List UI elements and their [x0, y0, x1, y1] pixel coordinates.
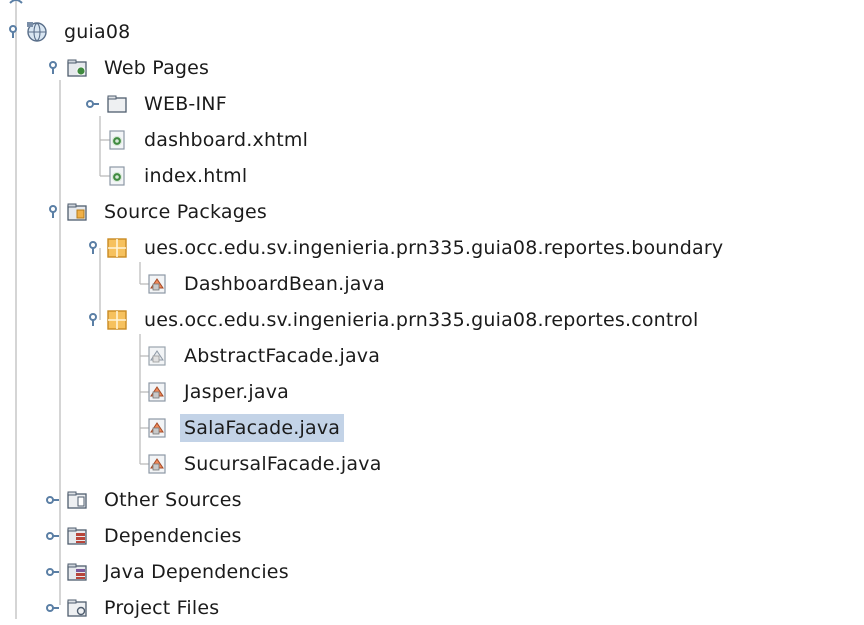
java-class-icon — [146, 453, 168, 475]
web-project-icon — [26, 21, 48, 43]
tree-node-salafacade-java[interactable]: SalaFacade.java — [140, 411, 345, 445]
collapse-toggle-icon[interactable] — [46, 61, 60, 75]
expand-toggle-icon[interactable] — [46, 565, 60, 579]
java-abstract-class-icon — [146, 345, 168, 367]
tree-node-jasper-java[interactable]: Jasper.java — [140, 375, 293, 409]
expand-toggle-icon[interactable] — [46, 529, 60, 543]
project-files-icon — [66, 597, 88, 619]
tree-node-guia08[interactable]: guia08 — [9, 15, 134, 49]
java-class-icon — [146, 273, 168, 295]
tree-node-sucursalfacade-java[interactable]: SucursalFacade.java — [140, 447, 386, 481]
node-label: dashboard.xhtml — [144, 129, 309, 151]
web-pages-folder-icon — [66, 57, 88, 79]
tree-node-package-boundary[interactable]: ues.occ.edu.sv.ingenieria.prn335.guia08.… — [89, 231, 727, 265]
source-packages-icon — [66, 201, 88, 223]
node-label: Java Dependencies — [104, 561, 289, 583]
node-label: AbstractFacade.java — [184, 345, 381, 367]
node-label: DashboardBean.java — [184, 273, 385, 295]
tree-node-dashboardbean-java[interactable]: DashboardBean.java — [140, 267, 389, 301]
java-class-icon — [146, 417, 168, 439]
java-dependencies-icon — [66, 561, 88, 583]
node-label: SucursalFacade.java — [184, 453, 382, 475]
tree-node-abstractfacade-java[interactable]: AbstractFacade.java — [140, 339, 384, 373]
tree-node-project-files[interactable]: Project Files — [46, 591, 223, 625]
tree-node-web-inf[interactable]: WEB-INF — [86, 87, 231, 121]
node-label: WEB-INF — [144, 93, 227, 115]
web-file-icon — [106, 129, 128, 151]
expand-toggle-icon[interactable] — [46, 601, 60, 615]
folder-icon — [106, 93, 128, 115]
tree-node-java-dependencies[interactable]: Java Dependencies — [46, 555, 293, 589]
node-label: Web Pages — [104, 57, 210, 79]
other-sources-icon — [66, 489, 88, 511]
node-label: ues.occ.edu.sv.ingenieria.prn335.guia08.… — [144, 309, 699, 331]
collapse-toggle-icon[interactable] — [86, 241, 100, 255]
node-label: SalaFacade.java — [180, 414, 345, 442]
package-icon — [106, 237, 128, 259]
tree-node-dashboard-xhtml[interactable]: dashboard.xhtml — [100, 123, 312, 157]
tree-node-other-sources[interactable]: Other Sources — [46, 483, 246, 517]
project-tree: guia08 Web Pages WEB-INF dashboard.xhtml ind… — [0, 0, 864, 619]
node-label: Project Files — [104, 597, 220, 619]
collapse-toggle-icon[interactable] — [6, 25, 20, 39]
tree-node-dependencies[interactable]: Dependencies — [46, 519, 246, 553]
collapse-toggle-icon[interactable] — [46, 205, 60, 219]
node-label: Other Sources — [104, 489, 242, 511]
web-file-icon — [106, 165, 128, 187]
node-label: guia08 — [64, 21, 131, 43]
tree-node-index-html[interactable]: index.html — [100, 159, 251, 193]
collapse-toggle-icon[interactable] — [86, 313, 100, 327]
tree-node-package-control[interactable]: ues.occ.edu.sv.ingenieria.prn335.guia08.… — [89, 303, 702, 337]
java-class-icon — [146, 381, 168, 403]
node-label: Source Packages — [104, 201, 267, 223]
node-label: Jasper.java — [184, 381, 290, 403]
dependencies-icon — [66, 525, 88, 547]
tree-node-source-packages[interactable]: Source Packages — [49, 195, 271, 229]
package-icon — [106, 309, 128, 331]
node-label: ues.occ.edu.sv.ingenieria.prn335.guia08.… — [144, 237, 724, 259]
node-label: index.html — [144, 165, 248, 187]
expand-toggle-icon[interactable] — [46, 493, 60, 507]
tree-node-web-pages[interactable]: Web Pages — [49, 51, 213, 85]
node-label: Dependencies — [104, 525, 242, 547]
expand-toggle-icon[interactable] — [86, 97, 100, 111]
